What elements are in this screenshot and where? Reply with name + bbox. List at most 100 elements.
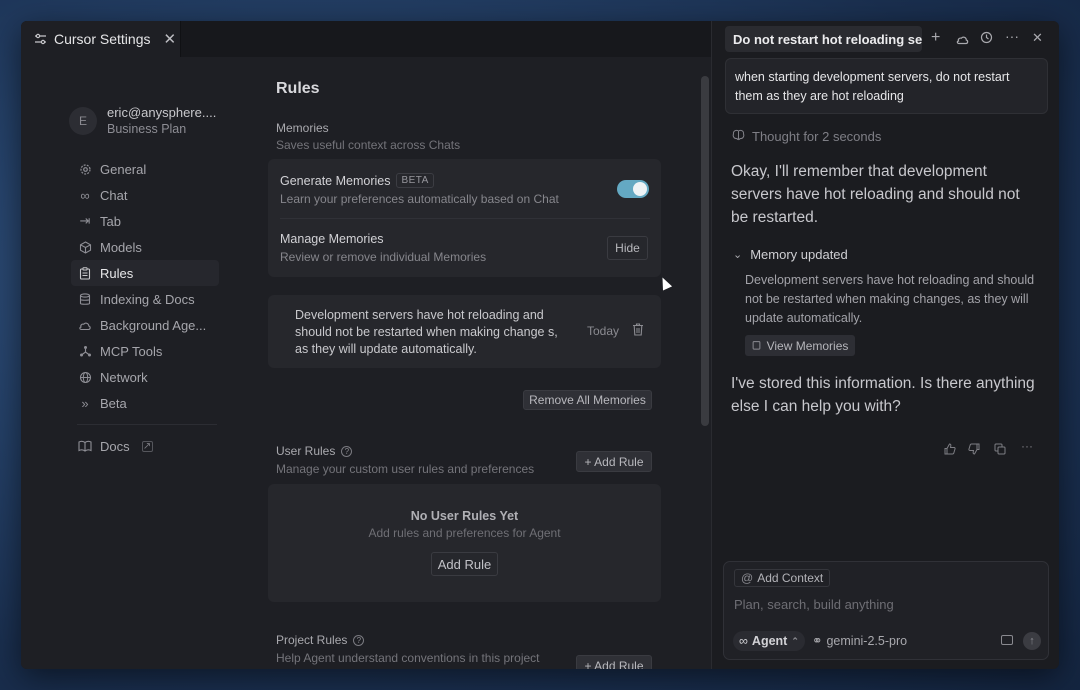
sidebar-item-label: Indexing & Docs [100,291,195,307]
close-icon[interactable]: ✕ [163,30,176,48]
external-link-icon: ↗ [141,440,153,452]
sidebar-item-network[interactable]: Network [71,364,219,390]
chat-input-placeholder[interactable]: Plan, search, build anything [734,597,894,612]
account-plan: Business Plan [107,122,187,136]
more-icon[interactable]: ··· [1005,28,1019,44]
settings-nav: General ∞ Chat ⇥ Tab Models Rules Indexi… [71,156,219,459]
add-user-rule-button[interactable]: + Add Rule [576,451,652,472]
gear-icon [78,162,92,176]
sidebar-item-indexing-docs[interactable]: Indexing & Docs [71,286,219,312]
sidebar-item-docs[interactable]: Docs ↗ [71,433,219,459]
memories-title: Memories [276,121,329,135]
model-label: gemini-2.5-pro [826,633,908,648]
page-title: Rules [276,80,320,97]
cloud-icon[interactable] [955,32,970,48]
brain-icon [732,129,745,144]
help-icon[interactable]: ? [353,634,365,646]
clipboard-icon [78,266,92,280]
sidebar-item-label: Models [100,239,142,255]
chevron-up-icon: ⌃ [791,635,799,646]
sidebar-item-label: Docs [100,438,130,454]
model-selector[interactable]: ⚭ gemini-2.5-pro [812,633,908,649]
beta-badge: BETA [396,173,434,188]
sidebar-item-label: Beta [100,395,127,411]
sidebar-item-label: Network [100,369,148,385]
app-window: Cursor Settings ✕ E eric@anysphere.... B… [21,21,1059,669]
tab-cursor-settings[interactable]: Cursor Settings ✕ [21,21,181,57]
at-icon: @ [741,571,754,585]
sidebar-item-label: MCP Tools [100,343,163,359]
sidebar-item-label: Chat [100,187,128,203]
add-project-rule-button[interactable]: + Add Rule [576,655,652,669]
project-rules-subtitle: Help Agent understand conventions in thi… [276,651,540,665]
sidebar-item-general[interactable]: General [71,156,219,182]
image-icon[interactable] [1001,635,1013,645]
editor-tabbar: Cursor Settings ✕ [21,21,711,57]
chat-input-box[interactable]: @ Add Context Plan, search, build anythi… [723,561,1049,660]
user-rules-empty-card: No User Rules Yet Add rules and preferen… [268,484,661,602]
add-context-label: Add Context [757,571,824,585]
sidebar-item-background-agents[interactable]: Background Age... [71,312,219,338]
book-icon [78,439,92,453]
memory-updated-toggle[interactable]: ⌄ Memory updated [733,247,848,262]
add-rule-button[interactable]: Add Rule [431,552,498,576]
generate-memories-toggle[interactable] [617,180,649,198]
avatar: E [69,106,97,135]
memories-subtitle: Saves useful context across Chats [276,138,461,152]
infinity-icon: ∞ [80,187,90,203]
tab-title: Cursor Settings [54,31,151,47]
sliders-icon [35,33,46,45]
user-rules-header: User Rules ? Manage your custom user rul… [276,444,534,476]
chat-tab[interactable]: Do not restart hot reloading se [725,26,922,52]
add-context-button[interactable]: @ Add Context [734,569,831,587]
thumbs-up-icon[interactable] [944,443,956,458]
assistant-reply-2: I've stored this information. Is there a… [731,375,1035,415]
memory-item-text: Development servers have hot reloading a… [295,308,558,356]
generate-memories-row: Generate Memories BETA Learn your prefer… [280,173,559,206]
clipboard-icon [752,339,761,353]
more-icon[interactable]: ··· [1021,439,1033,453]
send-button[interactable]: ↑ [1023,632,1041,650]
thought-indicator[interactable]: Thought for 2 seconds [732,129,881,144]
sidebar-item-mcp-tools[interactable]: MCP Tools [71,338,219,364]
infinity-icon: ∞ [739,634,748,648]
user-rules-subtitle: Manage your custom user rules and prefer… [276,462,535,476]
empty-title: No User Rules Yet [410,509,519,523]
help-icon[interactable]: ? [341,445,353,457]
account-info: E eric@anysphere.... Business Plan [69,105,216,136]
nodes-icon [78,344,92,358]
generate-memories-title: Generate Memories [280,173,391,188]
copy-icon[interactable] [994,443,1006,458]
cloud-icon [78,318,92,332]
user-message[interactable]: when starting development servers, do no… [725,58,1048,114]
cube-icon [78,240,92,254]
sidebar-item-beta[interactable]: » Beta [71,390,219,416]
trash-icon[interactable] [632,323,644,341]
sidebar-item-label: Background Age... [100,317,207,333]
hide-button[interactable]: Hide [607,236,648,260]
sidebar-item-models[interactable]: Models [71,234,219,260]
empty-subtitle: Add rules and preferences for Agent [368,526,561,540]
sidebar-item-label: General [100,161,147,177]
project-rules-title: Project Rules [276,633,348,647]
mode-selector[interactable]: ∞ Agent ⌃ [733,631,805,651]
sidebar-item-tab[interactable]: ⇥ Tab [71,208,219,234]
close-icon[interactable]: ✕ [1032,30,1043,46]
remove-all-memories-button[interactable]: Remove All Memories [523,390,652,410]
manage-memories-subtitle: Review or remove individual Memories [280,250,487,264]
model-icon: ⚭ [812,634,823,648]
sidebar-item-rules[interactable]: Rules [71,260,219,286]
thumbs-down-icon[interactable] [968,443,980,458]
account-email: eric@anysphere.... [107,105,217,120]
settings-pane: Cursor Settings ✕ E eric@anysphere.... B… [21,21,711,669]
scrollbar[interactable] [701,76,709,426]
memory-item-card: Development servers have hot reloading a… [268,295,661,368]
history-icon[interactable] [980,31,993,47]
project-rules-header: Project Rules ? Help Agent understand co… [276,633,540,665]
plus-icon[interactable]: + [931,29,940,47]
view-memories-button[interactable]: View Memories [745,335,855,356]
globe-icon [78,370,92,384]
sidebar-item-chat[interactable]: ∞ Chat [71,182,219,208]
memory-item-date: Today [587,324,620,338]
mouse-cursor-icon [657,275,673,291]
